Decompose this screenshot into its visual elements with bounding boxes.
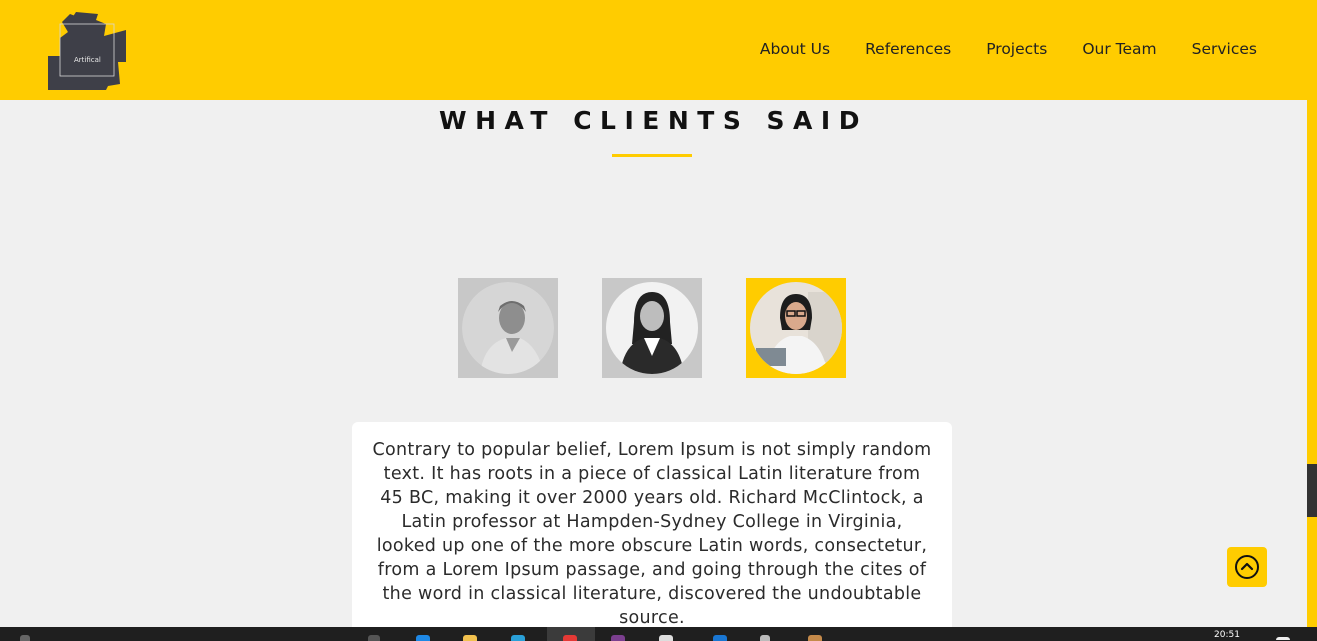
nav-our-team[interactable]: Our Team bbox=[1082, 40, 1156, 58]
notifications-icon[interactable] bbox=[1276, 637, 1290, 640]
visual-studio-icon[interactable] bbox=[611, 635, 625, 641]
nav-references[interactable]: References bbox=[865, 40, 951, 58]
taskbar-clock[interactable]: 20:51 bbox=[1214, 630, 1240, 640]
testimonial-card: Contrary to popular belief, Lorem Ipsum … bbox=[352, 422, 952, 641]
nav-about-us[interactable]: About Us bbox=[760, 40, 830, 58]
task-view-icon[interactable] bbox=[368, 635, 380, 641]
nav-projects[interactable]: Projects bbox=[986, 40, 1047, 58]
notepad-icon[interactable] bbox=[659, 635, 673, 641]
title-underline bbox=[612, 154, 692, 157]
client-avatar-1[interactable] bbox=[458, 278, 558, 378]
client-photo bbox=[750, 282, 842, 374]
app-icon[interactable] bbox=[760, 635, 770, 641]
chevron-up-circle-icon bbox=[1235, 555, 1259, 579]
testimonial-quote: Contrary to popular belief, Lorem Ipsum … bbox=[372, 440, 932, 628]
edge-browser-icon[interactable] bbox=[416, 635, 430, 641]
opera-browser-icon[interactable] bbox=[563, 635, 577, 641]
logo-mark-icon bbox=[48, 12, 126, 90]
page-scrollbar-thumb[interactable] bbox=[1307, 464, 1317, 517]
client-photo bbox=[606, 282, 698, 374]
site-logo[interactable]: Artifical bbox=[46, 12, 128, 92]
vscode-icon[interactable] bbox=[713, 635, 727, 641]
logo-text: Artifical bbox=[74, 56, 101, 64]
section-title: WHAT CLIENTS SAID bbox=[439, 106, 868, 135]
os-taskbar bbox=[0, 627, 1317, 641]
site-header: Artifical About Us References Projects O… bbox=[0, 0, 1317, 100]
back-to-top-button[interactable] bbox=[1227, 547, 1267, 587]
main-nav: About Us References Projects Our Team Se… bbox=[760, 40, 1257, 58]
search-icon[interactable] bbox=[20, 635, 30, 641]
page-scrollbar-track[interactable] bbox=[1307, 100, 1317, 627]
store-icon[interactable] bbox=[511, 635, 525, 641]
file-explorer-icon[interactable] bbox=[463, 635, 477, 641]
client-avatar-3[interactable] bbox=[746, 278, 846, 378]
paint-icon[interactable] bbox=[808, 635, 822, 641]
client-photo bbox=[462, 282, 554, 374]
client-avatar-2[interactable] bbox=[602, 278, 702, 378]
nav-services[interactable]: Services bbox=[1192, 40, 1257, 58]
